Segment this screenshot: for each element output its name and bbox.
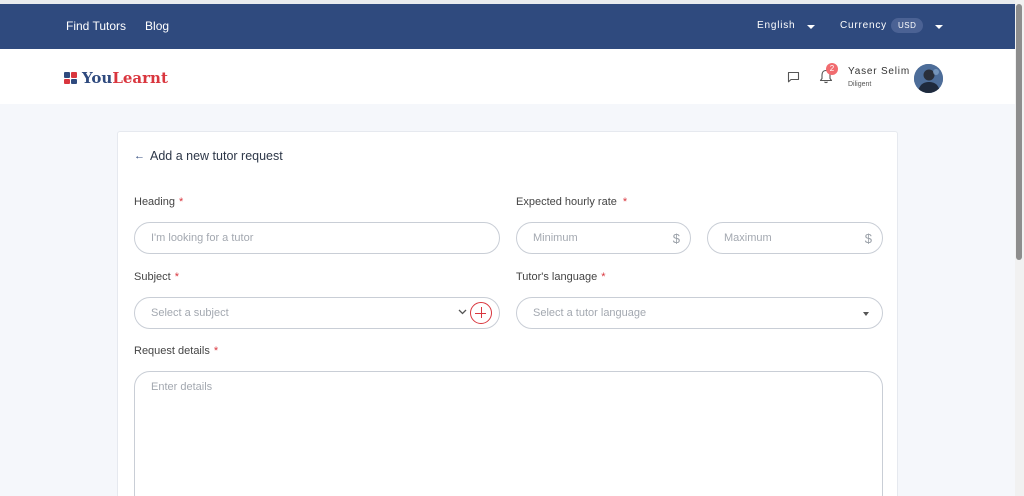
rate-maximum-placeholder: Maximum xyxy=(724,232,772,244)
rate-label: Expected hourly rate * xyxy=(516,196,628,208)
subject-select[interactable]: Select a subject xyxy=(134,297,500,329)
currency-label: Currency xyxy=(840,20,887,31)
dollar-icon: $ xyxy=(864,231,872,246)
form-title: Add a new tutor request xyxy=(150,149,283,163)
user-name[interactable]: Yaser Selim xyxy=(848,66,910,77)
heading-input[interactable]: I'm looking for a tutor xyxy=(134,222,500,254)
request-details-label: Request details * xyxy=(134,345,219,357)
back-link[interactable]: ← Add a new tutor request xyxy=(134,149,283,163)
rate-minimum-placeholder: Minimum xyxy=(533,232,578,244)
caret-down-icon xyxy=(935,24,944,29)
top-nav: Find Tutors Blog xyxy=(66,19,169,33)
subject-placeholder: Select a subject xyxy=(151,307,229,319)
tutor-request-form: ← Add a new tutor request Heading * I'm l… xyxy=(117,131,898,496)
page-scrollbar[interactable] xyxy=(1015,0,1024,496)
tutor-language-label: Tutor's language * xyxy=(516,271,606,283)
logo-mark-icon xyxy=(64,72,77,84)
user-level: Diligent xyxy=(848,81,872,88)
currency-selector[interactable]: Currency USD xyxy=(840,18,944,33)
caret-down-icon xyxy=(863,312,869,316)
back-arrow-icon: ← xyxy=(134,150,145,162)
heading-label: Heading * xyxy=(134,196,184,208)
request-details-placeholder: Enter details xyxy=(151,381,213,393)
currency-badge: USD xyxy=(890,18,924,33)
notification-badge: 2 xyxy=(826,63,838,75)
dollar-icon: $ xyxy=(672,231,680,246)
avatar[interactable] xyxy=(914,64,943,93)
tutor-language-select[interactable]: Select a tutor language xyxy=(516,297,883,329)
language-selector[interactable]: English xyxy=(757,20,816,31)
chevron-down-icon xyxy=(458,309,467,315)
subject-label: Subject * xyxy=(134,271,179,283)
nav-find-tutors[interactable]: Find Tutors xyxy=(66,19,126,33)
scrollbar-thumb[interactable] xyxy=(1016,4,1022,260)
nav-blog[interactable]: Blog xyxy=(145,19,169,33)
plus-circle-icon[interactable] xyxy=(470,302,492,324)
tutor-language-placeholder: Select a tutor language xyxy=(533,307,647,319)
top-navbar: Find Tutors Blog English Currency USD xyxy=(0,4,1015,49)
caret-down-icon xyxy=(807,24,816,29)
logo[interactable]: YouLearnt xyxy=(64,69,168,87)
message-icon[interactable] xyxy=(787,71,800,83)
page: Find Tutors Blog English Currency USD Yo… xyxy=(0,0,1015,496)
rate-minimum-input[interactable]: Minimum $ xyxy=(516,222,691,254)
rate-maximum-input[interactable]: Maximum $ xyxy=(707,222,883,254)
logo-text: YouLearnt xyxy=(82,69,168,87)
request-details-textarea[interactable]: Enter details xyxy=(134,371,883,496)
language-label: English xyxy=(757,20,796,31)
heading-placeholder: I'm looking for a tutor xyxy=(151,232,254,244)
site-header: YouLearnt 2 Yaser Selim Diligent xyxy=(0,49,1015,104)
